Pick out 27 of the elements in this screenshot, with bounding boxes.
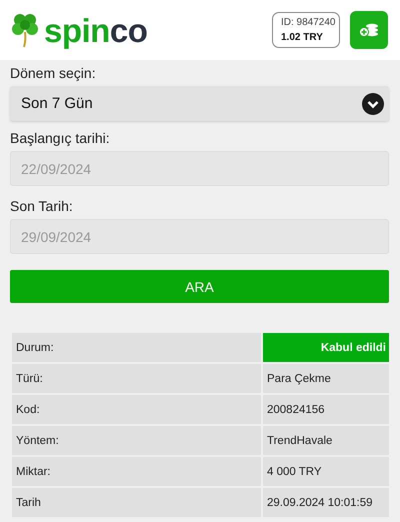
account-id: ID: 9847240 bbox=[281, 17, 336, 28]
table-cell: 4 000 TRY bbox=[263, 457, 389, 486]
table-cell: Kabul edildi bbox=[263, 333, 389, 362]
table-cell: 29.09.2024 10:01:59 bbox=[263, 488, 389, 517]
clover-icon bbox=[10, 12, 40, 48]
field-label: Başlangıç tarihi: bbox=[10, 130, 111, 146]
table-cell: Miktar: bbox=[12, 457, 261, 486]
date-field[interactable]: 22/09/2024 bbox=[10, 151, 389, 186]
logo-text: spin bbox=[44, 14, 110, 46]
account-box[interactable]: ID: 9847240 1.02 TRY bbox=[272, 12, 340, 48]
table-cell: Yöntem: bbox=[12, 426, 261, 455]
table-cell: Tarih bbox=[12, 488, 261, 517]
field-label: Dönem seçin: bbox=[10, 65, 97, 81]
balance-text: 1.02 TRY bbox=[281, 32, 324, 43]
deposit-button[interactable] bbox=[350, 11, 388, 49]
table-cell: Türü: bbox=[12, 364, 261, 393]
table-cell: TrendHavale bbox=[263, 426, 389, 455]
logo-text: co bbox=[110, 14, 148, 46]
date-field[interactable]: 29/09/2024 bbox=[10, 219, 389, 254]
chevron-down-icon bbox=[362, 92, 384, 114]
field-label: Son Tarih: bbox=[10, 198, 74, 214]
table-cell: Kod: bbox=[12, 395, 261, 424]
table-cell: Durum: bbox=[12, 333, 261, 362]
table-cell: 200824156 bbox=[263, 395, 389, 424]
coins-icon bbox=[359, 23, 379, 37]
period-select[interactable]: Son 7 Gün bbox=[10, 86, 389, 121]
table-cell: Para Çekme bbox=[263, 364, 389, 393]
